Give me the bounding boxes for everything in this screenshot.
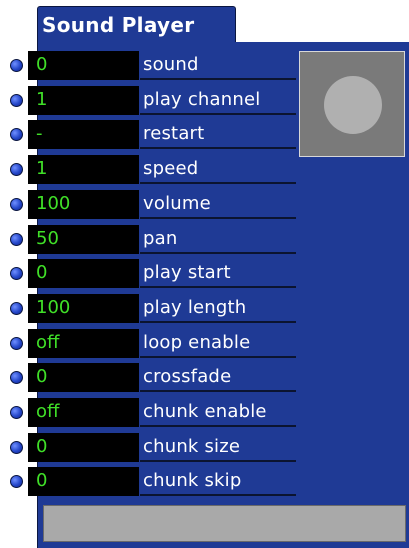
label-chunk-enable: chunk enable xyxy=(143,401,267,422)
label-chunk-skip: chunk skip xyxy=(143,470,242,491)
label-loop-enable: loop enable xyxy=(143,332,251,353)
inlet-chunk-size[interactable] xyxy=(10,441,23,454)
value-text: 0 xyxy=(36,54,48,75)
label-underline xyxy=(140,390,296,392)
value-text: 1 xyxy=(36,158,48,179)
value-field-volume[interactable]: 100 xyxy=(28,190,139,219)
inlet-crossfade[interactable] xyxy=(10,371,23,384)
value-text: 1 xyxy=(36,89,48,110)
inlet-loop-enable[interactable] xyxy=(10,337,23,350)
label-underline xyxy=(140,78,296,80)
inlet-restart[interactable] xyxy=(10,128,23,141)
value-text: 0 xyxy=(36,470,48,491)
status-bar xyxy=(43,505,406,542)
label-underline xyxy=(140,356,296,358)
actor-title-tab[interactable]: Sound Player xyxy=(37,6,236,44)
label-underline xyxy=(140,321,296,323)
value-field-chunk-skip[interactable]: 0 xyxy=(28,467,139,496)
label-underline xyxy=(140,252,296,254)
label-restart: restart xyxy=(143,123,205,144)
label-underline xyxy=(140,425,296,427)
label-underline xyxy=(140,217,296,219)
inlet-pan[interactable] xyxy=(10,233,23,246)
label-play-start: play start xyxy=(143,262,231,283)
value-text: off xyxy=(36,332,60,353)
value-text: 0 xyxy=(36,262,48,283)
sound-preview-display xyxy=(299,51,405,157)
label-underline xyxy=(140,182,296,184)
value-text: 0 xyxy=(36,436,48,457)
label-chunk-size: chunk size xyxy=(143,436,241,457)
inlet-play-channel[interactable] xyxy=(10,94,23,107)
value-text: 50 xyxy=(36,228,59,249)
value-field-restart[interactable]: - xyxy=(28,120,139,149)
inlet-play-length[interactable] xyxy=(10,302,23,315)
inlet-sound[interactable] xyxy=(10,59,23,72)
inlet-play-start[interactable] xyxy=(10,267,23,280)
value-field-sound[interactable]: 0 xyxy=(28,51,139,80)
value-field-speed[interactable]: 1 xyxy=(28,155,139,184)
value-text: - xyxy=(36,123,43,144)
value-field-chunk-enable[interactable]: off xyxy=(28,398,139,427)
label-play-length: play length xyxy=(143,297,247,318)
inlet-volume[interactable] xyxy=(10,198,23,211)
label-sound: sound xyxy=(143,54,199,75)
label-underline xyxy=(140,460,296,462)
value-field-play-start[interactable]: 0 xyxy=(28,259,139,288)
value-field-chunk-size[interactable]: 0 xyxy=(28,433,139,462)
value-field-play-channel[interactable]: 1 xyxy=(28,86,139,115)
label-underline xyxy=(140,147,296,149)
value-field-play-length[interactable]: 100 xyxy=(28,294,139,323)
value-field-crossfade[interactable]: 0 xyxy=(28,363,139,392)
sound-indicator-icon xyxy=(324,76,382,134)
value-field-loop-enable[interactable]: off xyxy=(28,329,139,358)
value-text: 100 xyxy=(36,193,71,214)
value-text: 0 xyxy=(36,366,48,387)
label-underline xyxy=(140,494,296,496)
label-play-channel: play channel xyxy=(143,89,261,110)
label-pan: pan xyxy=(143,228,178,249)
value-field-pan[interactable]: 50 xyxy=(28,225,139,254)
value-text: off xyxy=(36,401,60,422)
actor-title: Sound Player xyxy=(42,13,195,37)
label-speed: speed xyxy=(143,158,199,179)
inlet-chunk-skip[interactable] xyxy=(10,475,23,488)
inlet-speed[interactable] xyxy=(10,163,23,176)
label-crossfade: crossfade xyxy=(143,366,232,387)
label-volume: volume xyxy=(143,193,211,214)
label-underline xyxy=(140,286,296,288)
value-text: 100 xyxy=(36,297,71,318)
label-underline xyxy=(140,113,296,115)
inlet-chunk-enable[interactable] xyxy=(10,406,23,419)
